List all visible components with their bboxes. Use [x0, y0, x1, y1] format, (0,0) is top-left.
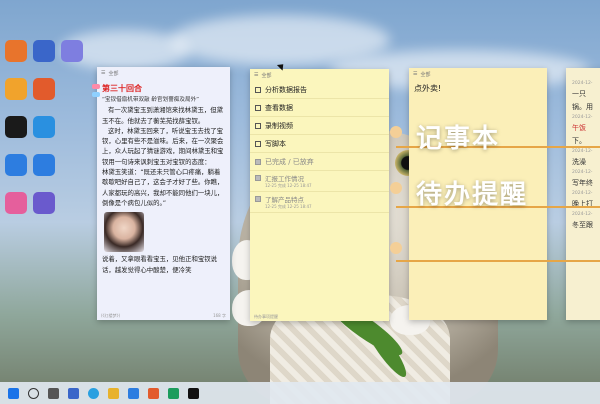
note-titlebar[interactable]: ☰ 全部 [250, 69, 389, 81]
app-icon[interactable] [68, 387, 79, 399]
color-tab[interactable] [92, 92, 100, 97]
completed-section-header[interactable]: 已完成 / 已放弃 [250, 153, 389, 171]
todo-item[interactable]: 分析数据报告 [250, 81, 389, 99]
desktop-app-icon[interactable] [5, 40, 27, 62]
todo-label: 查看数据 [265, 103, 293, 112]
edge-icon[interactable] [88, 387, 99, 399]
list-icon: ☰ [413, 71, 418, 77]
todo-label: 汇报工作情况 [265, 175, 304, 183]
note-titlebar[interactable]: ☰ 全部 [409, 68, 547, 80]
app-icon[interactable] [168, 387, 179, 399]
todo-label: 了解产品特点 [265, 196, 304, 204]
note-content: 点外卖! [414, 84, 442, 93]
note-category: 全部 [261, 72, 272, 79]
todo-date: 12-25 完成 12-25 18:47 [265, 183, 312, 188]
note-subtitle: “宝钗借扇机带双敲 龄官划蔷痴及局外” [102, 97, 200, 103]
desktop-app-icon[interactable] [33, 40, 55, 62]
note-paragraph: 有一次黛宝玉到潇湘馆来找林黛玉，但黛玉不在。他就去了蘅芜苑找薛宝钗。 [102, 106, 224, 125]
note-paragraph: 这时，林黛玉回来了，听说宝玉去找了宝钗，心里有些不是滋味。后来，在一次聚会上，众… [102, 126, 224, 166]
desktop-app-icon[interactable] [33, 78, 55, 100]
diary-line: 2024-12- [572, 81, 593, 86]
todo-item[interactable]: 写脚本 [250, 135, 389, 153]
todo-item[interactable]: 查看数据 [250, 99, 389, 117]
taskbar[interactable] [0, 382, 600, 404]
completed-header-label: 已完成 / 已放弃 [265, 157, 314, 166]
overlay-label-todo: 待办提醒 [416, 180, 529, 210]
todo-label: 分析数据报告 [265, 85, 307, 94]
list-icon: ☰ [254, 72, 259, 78]
diary-line: 一只 [572, 90, 586, 98]
checkbox[interactable] [255, 140, 261, 147]
note-footer: 待办事项提醒 [254, 313, 278, 319]
checkbox[interactable] [255, 196, 261, 202]
callout-dot [390, 242, 402, 254]
checkbox[interactable] [255, 175, 261, 181]
callout-dot [390, 126, 402, 138]
note-paragraph: 林黛玉笑道：“既还未只管心口疼痛，躺着歇歇吧好自己了，这会子才好了些。你瞧，人家… [102, 168, 224, 207]
desktop-app-icon[interactable] [61, 40, 83, 62]
callout-line [396, 260, 600, 262]
app-icon[interactable] [128, 387, 139, 399]
diary-line: 2024-12- [572, 170, 593, 175]
capcut-icon[interactable] [188, 387, 199, 399]
note-word-count: 168 字 [213, 312, 226, 318]
completed-item[interactable]: 了解产品特点 12-25 完成 12-25 18:47 [250, 192, 389, 213]
desktop-app-icon[interactable] [5, 78, 27, 100]
search-icon[interactable] [28, 387, 39, 399]
note-footer-source: (《红楼梦》) [101, 312, 121, 318]
desktop-app-icon[interactable] [5, 154, 27, 176]
sticky-note-diary[interactable]: 2024-12- 一只 锅。用 2024-12- 午饭 下。 2024-12- 洗澡 2024-… [566, 68, 600, 320]
note-titlebar[interactable]: ☰ 全部 [97, 67, 230, 79]
diary-line: 2024-12- [572, 115, 593, 120]
sticky-note-todo[interactable]: ☰ 全部 分析数据报告 查看数据 录制视频 写脚本 已完成 / 已放弃 汇报工作… [250, 69, 389, 321]
checkbox[interactable] [255, 158, 261, 165]
desktop-app-icon[interactable] [33, 154, 55, 176]
todo-label: 写脚本 [265, 139, 286, 148]
note-image[interactable] [104, 212, 144, 253]
diary-line: 锅。用 [572, 103, 593, 111]
app-icon[interactable] [148, 387, 159, 399]
callout-dot [390, 182, 402, 194]
start-icon[interactable] [8, 387, 19, 399]
task-view-icon[interactable] [48, 387, 59, 399]
checkbox[interactable] [255, 86, 261, 93]
desktop-app-icon[interactable] [5, 192, 27, 214]
note-category: 全部 [108, 70, 119, 77]
overlay-label-notes: 记事本 [416, 124, 501, 154]
note-category: 全部 [420, 71, 431, 78]
todo-date: 12-25 完成 12-25 18:47 [265, 204, 312, 209]
diary-line: 2024-12- [572, 149, 593, 154]
note-titlebar[interactable] [566, 68, 600, 80]
checkbox[interactable] [255, 122, 261, 129]
diary-line: 冬至跟 [572, 221, 593, 229]
diary-line: 2024-12- [572, 212, 593, 217]
desktop-app-icon[interactable] [5, 116, 27, 138]
todo-item[interactable]: 录制视频 [250, 117, 389, 135]
diary-line: 写年终 [572, 179, 593, 187]
note-title: 第三十回合 [102, 84, 142, 93]
diary-line: 午饭 [572, 124, 586, 132]
desktop-app-icon[interactable] [33, 116, 55, 138]
list-icon: ☰ [101, 70, 106, 76]
desktop-app-icon[interactable] [33, 192, 55, 214]
color-tab[interactable] [92, 84, 100, 89]
folder-icon[interactable] [108, 387, 119, 399]
diary-line: 2024-12- [572, 191, 593, 196]
todo-label: 录制视频 [265, 121, 293, 130]
sticky-note-story[interactable]: ☰ 全部 第三十回合 “宝钗借扇机带双敲 龄官划蔷痴及局外” 有一次黛宝玉到潇湘… [97, 67, 230, 320]
completed-item[interactable]: 汇报工作情况 12-25 完成 12-25 18:47 [250, 171, 389, 192]
diary-line: 晚上打 [572, 200, 593, 208]
checkbox[interactable] [255, 104, 261, 111]
note-paragraph: 说着，又拿眼看看宝玉，见他正和宝钗说话，越发觉得心中酸楚，便冷笑 [102, 255, 218, 274]
diary-line: 洗澡 [572, 158, 586, 166]
